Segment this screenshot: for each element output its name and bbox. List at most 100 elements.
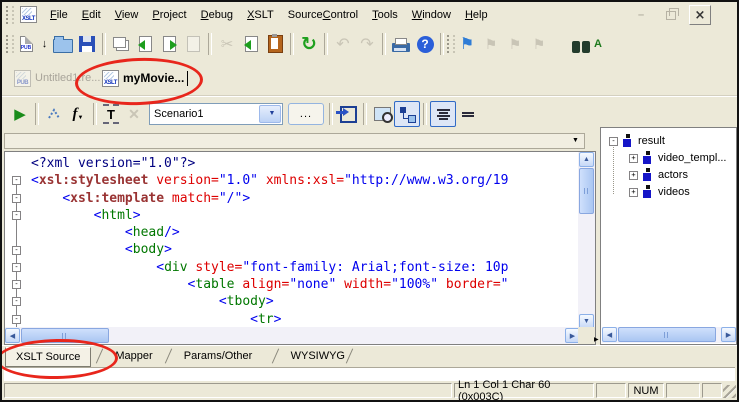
- clear-bookmarks-button[interactable]: ⚑: [527, 32, 551, 56]
- fold-collapse-icon[interactable]: -: [12, 211, 21, 220]
- menu-item-sourcecontrol[interactable]: SourceControl: [281, 6, 365, 24]
- run-button[interactable]: ▶: [8, 102, 32, 126]
- expand-icon[interactable]: +: [629, 188, 638, 197]
- go-to-output-button[interactable]: [336, 102, 360, 126]
- fold-collapse-icon[interactable]: -: [12, 315, 21, 324]
- fold-collapse-icon[interactable]: -: [12, 176, 21, 185]
- result-tree-panel[interactable]: - result +video_templ...+actors+videos ◀…: [600, 127, 737, 345]
- copy-button[interactable]: [239, 32, 263, 56]
- expand-icon[interactable]: +: [629, 154, 638, 163]
- show-xpath-button[interactable]: [42, 102, 66, 126]
- lock-document-button[interactable]: [181, 32, 205, 56]
- menu-item-help[interactable]: Help: [458, 6, 495, 24]
- tree-scroll-right-button[interactable]: ▶: [721, 327, 736, 342]
- tree-node-videos[interactable]: +videos: [629, 184, 690, 200]
- code-line[interactable]: <tr>: [5, 311, 579, 328]
- menu-item-view[interactable]: View: [108, 6, 146, 24]
- open-button[interactable]: [51, 32, 75, 56]
- expand-icon[interactable]: +: [629, 171, 638, 180]
- scenario-browse-button[interactable]: ...: [288, 103, 324, 125]
- code-line[interactable]: <?xml version="1.0"?>: [5, 155, 579, 172]
- new-report-button[interactable]: PUB: [14, 32, 38, 56]
- editor-vscrollbar[interactable]: ▲ ▼: [578, 152, 595, 329]
- view-tab-mapper[interactable]: Mapper: [105, 347, 162, 365]
- fold-collapse-icon[interactable]: -: [12, 297, 21, 306]
- find-button[interactable]: [569, 32, 593, 56]
- align-button[interactable]: [430, 101, 456, 127]
- toolbar-grip-2[interactable]: [447, 35, 455, 53]
- fold-collapse-icon[interactable]: -: [12, 194, 21, 203]
- code-line[interactable]: <div style="font-family: Arial;font-size…: [5, 259, 579, 276]
- disabled-tool-button[interactable]: ✕: [122, 102, 146, 126]
- view-tab-wysiwyg[interactable]: WYSIWYG: [281, 347, 355, 365]
- menubar-grip[interactable]: [6, 6, 14, 24]
- view-tab-xslt-source[interactable]: XSLT Source: [5, 347, 91, 367]
- paste-button[interactable]: [263, 32, 287, 56]
- fold-collapse-icon[interactable]: -: [12, 246, 21, 255]
- restore-button[interactable]: [661, 6, 681, 24]
- back-document-button[interactable]: [133, 32, 157, 56]
- menu-item-project[interactable]: Project: [145, 6, 193, 24]
- save-button[interactable]: [75, 32, 99, 56]
- toolbar-grip[interactable]: [6, 35, 14, 53]
- menu-item-debug[interactable]: Debug: [194, 6, 240, 24]
- mapper-view-button[interactable]: [394, 101, 420, 127]
- find-next-button[interactable]: A: [593, 32, 603, 56]
- tree-scroll-left-button[interactable]: ◀: [602, 327, 617, 342]
- scroll-left-button[interactable]: ◀: [5, 328, 20, 343]
- menu-item-tools[interactable]: Tools: [365, 6, 405, 24]
- view-tab-params-other[interactable]: Params/Other: [174, 347, 262, 365]
- fold-collapse-icon[interactable]: -: [12, 263, 21, 272]
- spacing-button[interactable]: [456, 102, 480, 126]
- forward-document-button[interactable]: [157, 32, 181, 56]
- menu-item-edit[interactable]: Edit: [75, 6, 108, 24]
- dropdown-arrow-icon[interactable]: ▼: [569, 135, 582, 147]
- xslt-source-editor[interactable]: <?xml version="1.0"?><xsl:stylesheet ver…: [4, 151, 596, 345]
- minimize-button[interactable]: –: [631, 6, 651, 24]
- tab-untitled1[interactable]: Untitled1.re...: [10, 67, 100, 89]
- menu-item-xslt[interactable]: XSLT: [240, 6, 281, 24]
- editor-hscrollbar[interactable]: ◀ ▶: [5, 327, 580, 344]
- code-line[interactable]: <xsl:template match="/">: [5, 190, 579, 207]
- new-document-dropdown[interactable]: ↓: [38, 32, 51, 56]
- scenario-select[interactable]: Scenario1 ▼: [149, 103, 283, 125]
- code-line[interactable]: <tbody>: [5, 293, 579, 310]
- undo-button[interactable]: ↶: [331, 32, 355, 56]
- combo-dropdown-icon[interactable]: ▼: [259, 105, 281, 123]
- menu-item-window[interactable]: Window: [405, 6, 458, 24]
- close-button[interactable]: ×: [689, 5, 711, 25]
- tree-hscrollbar[interactable]: ◀ ▶: [602, 327, 736, 343]
- code-line[interactable]: <body>: [5, 241, 579, 258]
- preview-result-button[interactable]: [370, 102, 394, 126]
- prev-bookmark-button[interactable]: ⚑: [503, 32, 527, 56]
- print-button[interactable]: [389, 32, 413, 56]
- resize-grip[interactable]: [723, 385, 736, 398]
- function-button[interactable]: f▼: [66, 102, 90, 126]
- splitter-arrow-icon[interactable]: ▶: [594, 336, 599, 343]
- next-bookmark-button[interactable]: ⚑: [479, 32, 503, 56]
- code-line[interactable]: <head/>: [5, 224, 579, 241]
- help-button[interactable]: ?: [413, 32, 437, 56]
- code-line[interactable]: <table align="none" width="100%" border=…: [5, 276, 579, 293]
- scroll-up-button[interactable]: ▲: [579, 152, 594, 167]
- fold-collapse-icon[interactable]: -: [12, 280, 21, 289]
- redo-button[interactable]: ↷: [355, 32, 379, 56]
- collapse-icon[interactable]: -: [609, 137, 618, 146]
- tab-mymovie[interactable]: myMovie...: [98, 67, 188, 89]
- editor-context-dropdown[interactable]: ▼: [4, 133, 585, 149]
- code-area[interactable]: <?xml version="1.0"?><xsl:stylesheet ver…: [5, 152, 579, 331]
- tree-node-videotempl[interactable]: +video_templ...: [629, 150, 726, 166]
- refresh-button[interactable]: ↻: [297, 32, 321, 56]
- tree-node-actors[interactable]: +actors: [629, 167, 688, 183]
- new-window-button[interactable]: [109, 32, 133, 56]
- tree-node-root[interactable]: - result: [609, 133, 665, 149]
- code-line[interactable]: <html>: [5, 207, 579, 224]
- cut-button[interactable]: ✂: [215, 32, 239, 56]
- toggle-bookmark-button[interactable]: ⚑: [455, 32, 479, 56]
- text-mode-button[interactable]: T: [103, 104, 119, 124]
- vscroll-thumb[interactable]: [579, 168, 594, 214]
- tree-hscroll-thumb[interactable]: [618, 327, 716, 342]
- menu-item-file[interactable]: File: [43, 6, 75, 24]
- code-line[interactable]: <xsl:stylesheet version="1.0" xmlns:xsl=…: [5, 172, 579, 189]
- hscroll-thumb[interactable]: [21, 328, 109, 343]
